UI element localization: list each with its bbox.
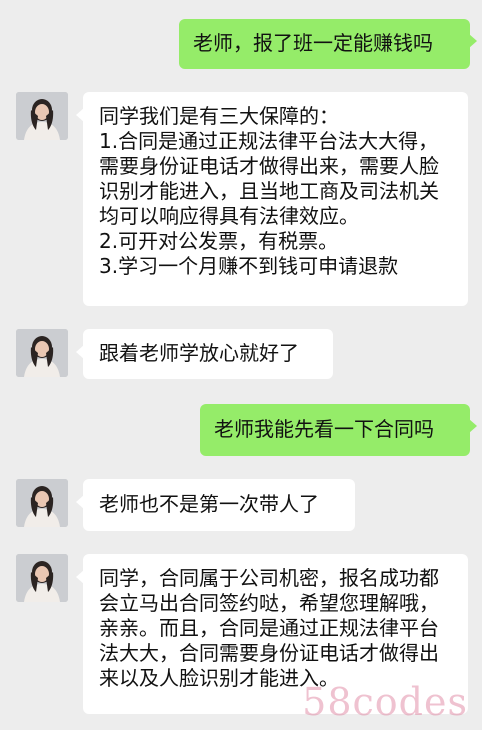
message-bubble[interactable]: 跟着老师学放心就好了 — [76, 329, 333, 379]
message-bubble[interactable]: 老师我能先看一下合同吗 — [200, 404, 477, 456]
watermark: 58codes — [302, 680, 468, 724]
chat-view: 老师，报了班一定能赚钱吗 同学我们是有三大保障的： 1.合同是通过正规法律平台法… — [0, 0, 482, 730]
teacher-avatar[interactable] — [16, 92, 68, 140]
teacher-avatar[interactable] — [16, 329, 68, 377]
avatar-photo-icon — [16, 329, 68, 377]
avatar-photo-icon — [16, 479, 68, 527]
message-bubble[interactable]: 老师也不是第一次带人了 — [76, 479, 355, 531]
teacher-avatar[interactable] — [16, 479, 68, 527]
message-bubble[interactable]: 老师，报了班一定能赚钱吗 — [179, 19, 477, 69]
message-bubble[interactable]: 同学我们是有三大保障的： 1.合同是通过正规法律平台法大大得，需要身份证电话才做… — [76, 92, 468, 306]
avatar-photo-icon — [16, 92, 68, 140]
avatar-photo-icon — [16, 554, 68, 602]
teacher-avatar[interactable] — [16, 554, 68, 602]
